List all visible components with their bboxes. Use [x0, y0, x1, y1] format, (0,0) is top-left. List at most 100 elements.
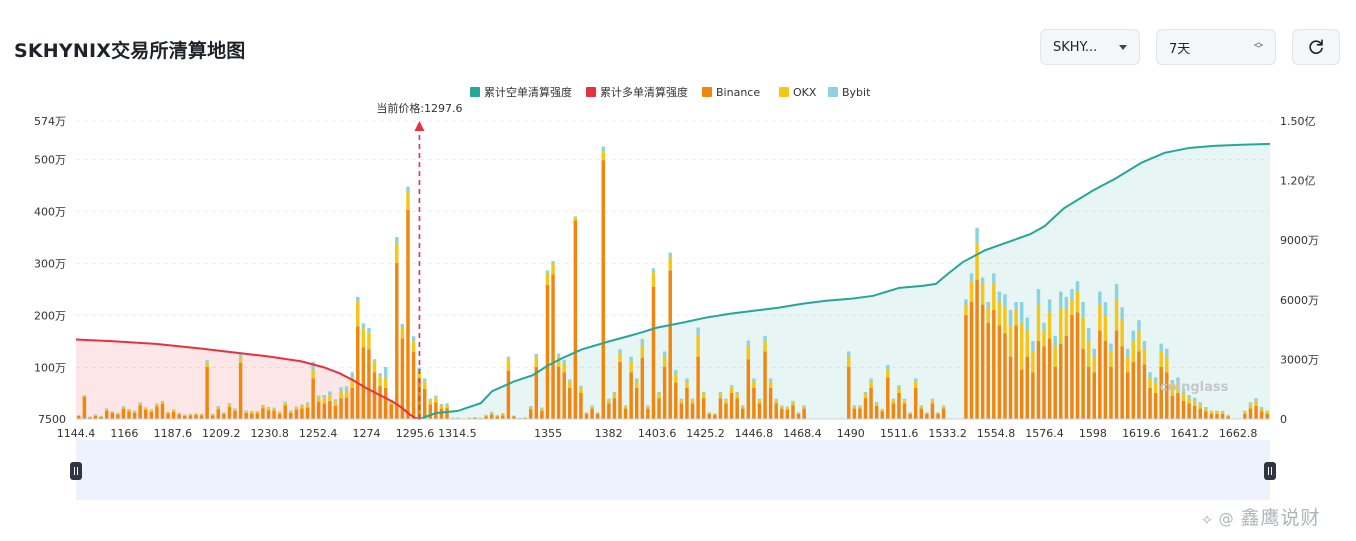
bar-okx: [1070, 299, 1074, 316]
bar-okx: [774, 400, 778, 404]
bar-okx: [1003, 307, 1007, 334]
bar-bybit: [584, 412, 589, 413]
bar-okx: [1192, 400, 1197, 407]
bar-binance: [1008, 356, 1013, 419]
x-tick-label: 1252.4: [299, 427, 338, 440]
legend-label: 累计多单清算强度: [600, 85, 688, 99]
x-tick-label: 1446.8: [735, 427, 774, 440]
bar-bybit: [713, 413, 717, 414]
bar-okx: [411, 341, 416, 352]
bar-bybit: [478, 417, 483, 419]
bar-okx: [584, 412, 589, 414]
bar-okx: [528, 407, 533, 410]
bar-bybit: [177, 412, 181, 414]
bar-okx: [300, 406, 304, 409]
bar-bybit: [406, 186, 410, 193]
bar-bybit: [361, 323, 366, 329]
bar-binance: [1059, 343, 1063, 419]
bar-binance: [244, 412, 248, 419]
bar-bybit: [1025, 317, 1030, 331]
bar-binance: [545, 284, 550, 419]
bar-bybit: [618, 349, 622, 354]
bar-bybit: [127, 408, 131, 410]
bar-bybit: [562, 359, 566, 363]
legend-swatch: [828, 87, 838, 97]
bar-bybit: [1265, 410, 1269, 412]
bar-okx: [1215, 411, 1219, 414]
bar-binance: [333, 406, 338, 419]
bar-okx: [847, 356, 851, 368]
bar-okx: [222, 412, 226, 414]
x-tick-label: 1425.2: [686, 427, 725, 440]
bar-binance: [210, 415, 215, 419]
bar-okx: [674, 374, 678, 383]
bar-okx: [718, 394, 723, 399]
bar-okx: [690, 400, 695, 404]
bar-bybit: [367, 328, 371, 333]
bar-okx: [205, 362, 209, 368]
bar-bybit: [160, 400, 165, 402]
bar-okx: [138, 403, 142, 406]
bar-okx: [713, 413, 717, 415]
bar-binance: [528, 409, 533, 419]
range-handle-right[interactable]: [1264, 462, 1276, 480]
bar-bybit: [222, 412, 226, 413]
bar-binance: [724, 403, 728, 419]
bar-bybit: [685, 378, 689, 382]
bar-okx: [629, 361, 633, 373]
bar-binance: [361, 347, 366, 419]
bar-bybit: [545, 270, 550, 274]
bar-bybit: [1248, 402, 1253, 405]
bar-binance: [1103, 341, 1108, 419]
bar-bybit: [110, 411, 114, 412]
bar-okx: [874, 403, 879, 407]
bar-binance: [796, 413, 801, 419]
bar-binance: [635, 387, 639, 419]
author-watermark: ⟡ @ 鑫鹰说财: [1202, 507, 1321, 529]
bar-binance: [1081, 348, 1085, 419]
bar-binance: [757, 403, 762, 419]
bar-bybit: [305, 402, 310, 405]
bar-bybit: [244, 410, 248, 412]
range-handle-left[interactable]: [70, 462, 82, 480]
bar-okx: [1187, 398, 1191, 404]
bar-binance: [551, 274, 555, 419]
bar-okx: [1137, 330, 1141, 352]
x-tick-label: 1355: [534, 427, 562, 440]
bar-okx: [132, 411, 137, 413]
bar-bybit: [785, 406, 790, 408]
bar-binance: [992, 309, 996, 419]
bar-okx: [378, 376, 382, 386]
bar-okx: [383, 377, 388, 388]
bar-binance: [1204, 411, 1208, 419]
bar-bybit: [411, 336, 416, 342]
bar-okx: [1019, 322, 1024, 370]
bar-okx: [283, 402, 287, 406]
bar-okx: [1226, 415, 1230, 417]
bar-binance: [339, 398, 343, 419]
bar-bybit: [1204, 407, 1208, 409]
bar-okx: [93, 414, 98, 416]
bar-bybit: [512, 415, 516, 417]
bar-okx: [595, 412, 600, 414]
bar-bybit: [595, 412, 600, 413]
bar-okx: [1153, 382, 1158, 394]
bar-bybit: [980, 277, 985, 284]
bar-okx: [428, 400, 433, 405]
bar-okx: [489, 412, 494, 415]
x-tick-label: 1490: [837, 427, 865, 440]
bar-binance: [701, 398, 706, 419]
bar-binance: [1142, 364, 1147, 419]
bar-binance: [913, 387, 918, 419]
bar-okx: [941, 406, 946, 409]
bar-okx: [183, 414, 187, 416]
bar-okx: [1165, 356, 1169, 373]
bar-bybit: [556, 353, 561, 357]
bar-binance: [155, 406, 159, 419]
bar-binance: [395, 263, 399, 419]
x-tick-label: 1533.2: [928, 427, 967, 440]
bar-binance: [930, 403, 935, 419]
bar-okx: [272, 408, 276, 411]
bar-binance: [222, 413, 226, 419]
bar-bybit: [1153, 377, 1158, 383]
